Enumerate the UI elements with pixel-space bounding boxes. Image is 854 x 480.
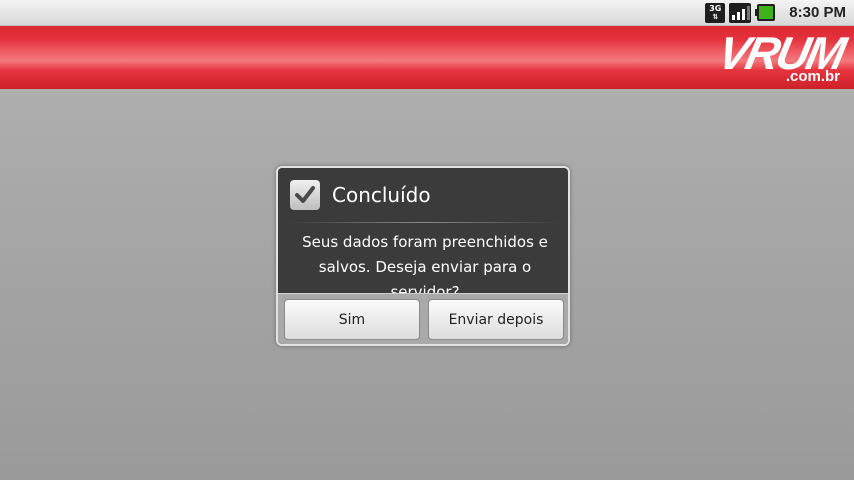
dialog-title-row: Concluído <box>290 178 431 212</box>
yes-button[interactable]: Sim <box>284 299 420 340</box>
vrum-logo: VRUM .com.br <box>694 27 848 88</box>
dialog-title: Concluído <box>332 183 431 207</box>
completion-dialog: Concluído Seus dados foram preenchidos e… <box>276 166 570 346</box>
logo-domain: .com.br <box>785 68 840 85</box>
send-later-button[interactable]: Enviar depois <box>428 299 564 340</box>
status-bar: 3G ⇅ 8:30 PM <box>0 0 854 26</box>
dialog-button-bar: Sim Enviar depois <box>278 293 568 344</box>
signal-icon <box>729 2 752 23</box>
status-icons: 3G ⇅ 8:30 PM <box>705 2 846 23</box>
dialog-divider <box>288 222 560 223</box>
status-clock: 8:30 PM <box>789 4 846 21</box>
checkbox-checked-icon <box>290 180 320 210</box>
app-header: VRUM .com.br <box>0 26 854 89</box>
battery-icon <box>755 3 779 23</box>
network-type-label: 3G <box>709 3 722 13</box>
3g-data-icon: 3G ⇅ <box>705 2 726 23</box>
